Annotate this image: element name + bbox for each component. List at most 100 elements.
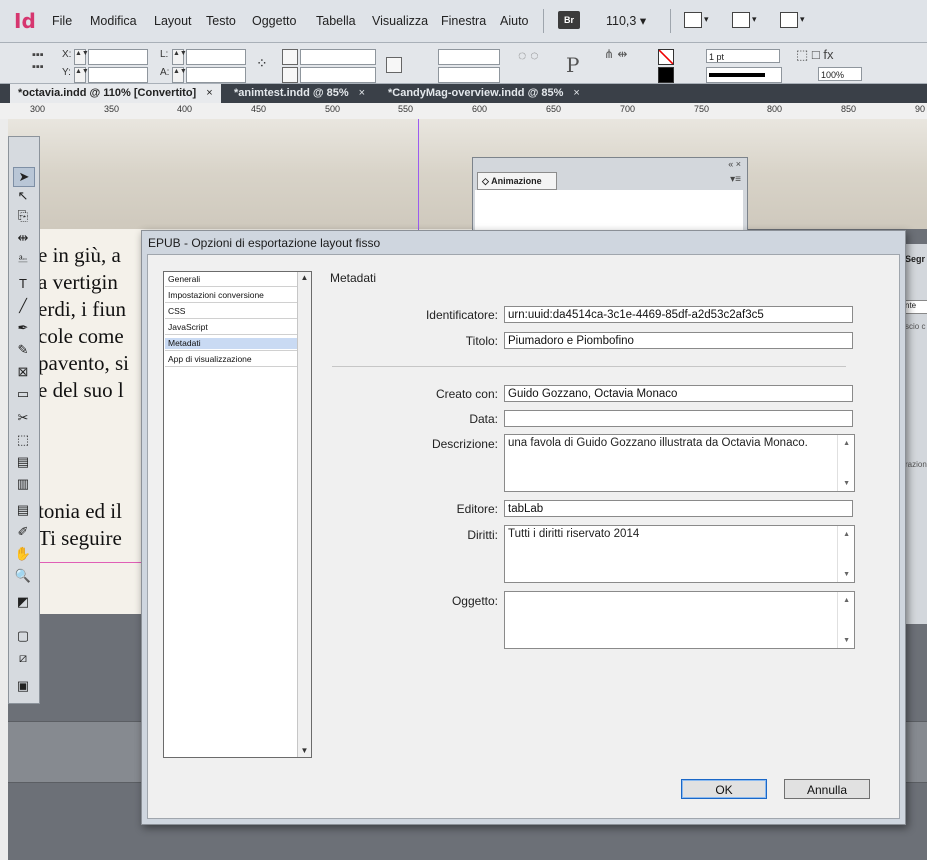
eyedropper-tool-icon[interactable]: ✐ xyxy=(13,523,33,541)
menu-testo[interactable]: Testo xyxy=(206,14,236,28)
arrange-documents-icon[interactable]: ▾ xyxy=(780,10,808,30)
free-transform-tool-icon[interactable]: ⬚ xyxy=(13,431,33,449)
zoom-tool-icon[interactable]: 🔍 xyxy=(13,567,33,585)
type-tool-icon[interactable]: T xyxy=(13,275,33,293)
height-field[interactable] xyxy=(186,67,246,83)
menu-layout[interactable]: Layout xyxy=(154,14,192,28)
list-scrollbar[interactable]: ▲ ▼ xyxy=(297,272,311,757)
menu-visualizza[interactable]: Visualizza xyxy=(372,14,428,28)
menu-finestra[interactable]: Finestra xyxy=(441,14,486,28)
content-collector-icon[interactable]: ⎁ xyxy=(13,249,33,267)
selection-tool-icon[interactable]: ➤ xyxy=(13,167,35,187)
horizontal-ruler[interactable]: 300 350 400 450 500 550 600 650 700 750 … xyxy=(0,103,927,120)
ok-button[interactable]: OK xyxy=(681,779,767,799)
cancel-button[interactable]: Annulla xyxy=(784,779,870,799)
apply-none-icon[interactable]: ⧄ xyxy=(13,649,33,667)
tab-candymag[interactable]: *CandyMag-overview.indd @ 85% × xyxy=(380,84,588,103)
side-panel-tab[interactable]: Segr xyxy=(905,254,925,264)
list-item-metadati[interactable]: Metadati xyxy=(165,338,297,349)
scroll-up-icon[interactable]: ▲ xyxy=(843,440,850,447)
y-stepper[interactable]: ▲▼ xyxy=(74,67,89,83)
note-tool-icon[interactable]: ▤ xyxy=(13,501,33,519)
rotate-icons[interactable]: ◌ ◌ xyxy=(518,47,539,63)
scroll-down-icon[interactable]: ▼ xyxy=(298,745,311,757)
side-panel-field[interactable]: nte xyxy=(904,300,927,314)
constrain-proportions-icon[interactable]: ⁘ xyxy=(256,55,268,72)
stroke-swatch-icon[interactable] xyxy=(658,67,674,83)
creator-field[interactable]: Guido Gozzano, Octavia Monaco xyxy=(504,385,853,402)
bridge-button[interactable]: Br xyxy=(558,11,580,29)
scissors-tool-icon[interactable]: ✂ xyxy=(13,409,33,427)
scroll-up-icon[interactable]: ▲ xyxy=(843,531,850,538)
link-scale-icon[interactable] xyxy=(386,57,402,73)
stroke-weight-field[interactable]: 1 pt xyxy=(706,49,780,63)
tools-panel: ➤ ↖ ⎘ ⇹ ⎁ T ╱ ✒ ✎ ⊠ ▭ ✂ ⬚ ▤ ▥ ▤ ✐ ✋ 🔍 ◩ … xyxy=(8,136,40,704)
menu-oggetto[interactable]: Oggetto xyxy=(252,14,296,28)
list-item-css[interactable]: CSS xyxy=(165,306,297,317)
width-stepper[interactable]: ▲▼ xyxy=(172,49,187,65)
identifier-field[interactable]: urn:uuid:da4514ca-3c1e-4469-85df-a2d53c2… xyxy=(504,306,853,323)
list-item-impostazioni[interactable]: Impostazioni conversione xyxy=(165,290,297,301)
scroll-down-icon[interactable]: ▼ xyxy=(843,571,850,578)
y-field[interactable] xyxy=(88,67,148,83)
scroll-down-icon[interactable]: ▼ xyxy=(843,480,850,487)
gradient-feather-tool-icon[interactable]: ▥ xyxy=(13,475,33,493)
menu-aiuto[interactable]: Aiuto xyxy=(500,14,529,28)
formatting-affects-icon[interactable]: ▢ xyxy=(13,627,33,645)
menu-file[interactable]: File xyxy=(52,14,72,28)
page-tool-icon[interactable]: ⎘ xyxy=(13,207,33,225)
zoom-level[interactable]: 110,3 ▾ xyxy=(606,13,646,28)
pen-tool-icon[interactable]: ✒ xyxy=(13,319,33,337)
rectangle-frame-tool-icon[interactable]: ⊠ xyxy=(13,363,33,381)
rectangle-tool-icon[interactable]: ▭ xyxy=(13,385,33,403)
scroll-up-icon[interactable]: ▲ xyxy=(843,597,850,604)
tab-animtest[interactable]: *animtest.indd @ 85% × xyxy=(226,84,373,103)
screen-mode-icon[interactable]: ▾ xyxy=(684,10,712,30)
text-frame-icon[interactable]: P xyxy=(566,53,579,77)
hand-tool-icon[interactable]: ✋ xyxy=(13,545,33,563)
align-icons[interactable]: ⋔ ⇹ xyxy=(604,47,627,61)
x-field[interactable] xyxy=(88,49,148,65)
list-item-javascript[interactable]: JavaScript xyxy=(165,322,297,333)
rotate-field[interactable] xyxy=(438,49,500,65)
effects-icons[interactable]: ⬚ □ fx xyxy=(796,47,833,63)
title-field[interactable]: Piumadoro e Piombofino xyxy=(504,332,853,349)
pencil-tool-icon[interactable]: ✎ xyxy=(13,341,33,359)
scroll-down-icon[interactable]: ▼ xyxy=(843,637,850,644)
list-item-generali[interactable]: Generali xyxy=(165,274,297,285)
close-icon[interactable]: × xyxy=(206,87,212,99)
height-stepper[interactable]: ▲▼ xyxy=(172,67,187,83)
panel-menu-icon[interactable]: ▾≡ xyxy=(730,174,741,185)
fill-swatch-icon[interactable] xyxy=(658,49,674,65)
gradient-swatch-tool-icon[interactable]: ▤ xyxy=(13,453,33,471)
tab-octavia[interactable]: *octavia.indd @ 110% [Convertito] × xyxy=(10,84,221,103)
opacity-field[interactable]: 100% xyxy=(818,67,862,81)
menu-modifica[interactable]: Modifica xyxy=(90,14,137,28)
scale-y-field[interactable] xyxy=(300,67,376,83)
line-tool-icon[interactable]: ╱ xyxy=(13,297,33,315)
x-stepper[interactable]: ▲▼ xyxy=(74,49,89,65)
fill-stroke-swatch-icon[interactable]: ◩ xyxy=(13,593,33,611)
list-item-app-visualizzazione[interactable]: App di visualizzazione xyxy=(165,354,297,365)
width-field[interactable] xyxy=(186,49,246,65)
close-icon[interactable]: × xyxy=(359,87,365,99)
panel-collapse-icon[interactable]: « × xyxy=(728,159,741,169)
close-icon[interactable]: × xyxy=(573,87,579,99)
direct-selection-tool-icon[interactable]: ↖ xyxy=(13,187,33,205)
scroll-up-icon[interactable]: ▲ xyxy=(298,272,311,284)
shear-field[interactable] xyxy=(438,67,500,83)
date-field[interactable] xyxy=(504,410,853,427)
view-options-icon[interactable]: ▾ xyxy=(732,10,760,30)
rights-field[interactable]: Tutti i diritti riservato 2014 ▲ ▼ xyxy=(504,525,855,583)
scale-x-field[interactable] xyxy=(300,49,376,65)
subject-field[interactable]: ▲ ▼ xyxy=(504,591,855,649)
publisher-field[interactable]: tabLab xyxy=(504,500,853,517)
animation-panel-tab[interactable]: ◇ Animazione xyxy=(477,172,557,190)
screen-mode-tool-icon[interactable]: ▣ xyxy=(13,677,33,695)
gap-tool-icon[interactable]: ⇹ xyxy=(13,229,33,247)
category-list[interactable]: Generali Impostazioni conversione CSS Ja… xyxy=(163,271,312,758)
reference-point-icon[interactable]: ▪▪▪ ▪▪▪ xyxy=(32,49,46,75)
menu-tabella[interactable]: Tabella xyxy=(316,14,356,28)
stroke-type-select[interactable] xyxy=(706,67,782,83)
description-field[interactable]: una favola di Guido Gozzano illustrata d… xyxy=(504,434,855,492)
